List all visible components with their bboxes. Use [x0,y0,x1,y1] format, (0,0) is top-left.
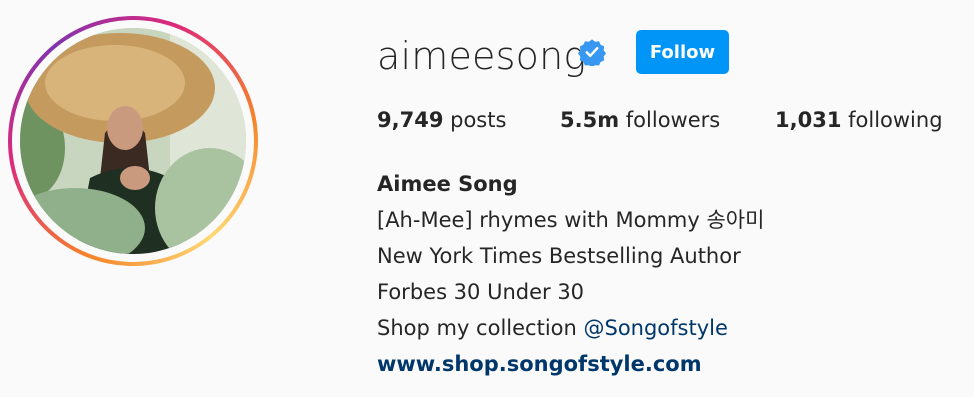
website-link[interactable]: www.shop.songofstyle.com [377,346,764,382]
bio-line: New York Times Bestselling Author [377,244,741,268]
following-label: following [848,108,943,132]
follow-button[interactable]: Follow [636,30,729,74]
avatar[interactable] [20,28,246,254]
verified-badge-icon [578,39,606,66]
posts-stat: 9,749 posts [377,106,506,134]
bio-line: [Ah-Mee] rhymes with Mommy 송아미 [377,208,765,232]
avatar-image [20,28,246,254]
full-name: Aimee Song [377,172,518,196]
username: aimeesong [377,34,587,78]
following-stat[interactable]: 1,031 following [775,106,943,134]
following-count: 1,031 [775,108,842,132]
story-ring[interactable] [8,16,258,266]
bio-line: Forbes 30 Under 30 [377,280,585,304]
bio: Aimee Song [Ah-Mee] rhymes with Mommy 송아… [377,166,764,382]
bio-line: Shop my collection @Songofstyle [377,310,764,346]
posts-count: 9,749 [377,108,444,132]
followers-count: 5.5m [560,108,620,132]
mention-link[interactable]: @Songofstyle [583,316,727,340]
followers-label: followers [625,108,721,132]
bio-text: Shop my collection [377,316,584,340]
followers-stat[interactable]: 5.5m followers [560,106,720,134]
posts-label: posts [450,108,507,132]
